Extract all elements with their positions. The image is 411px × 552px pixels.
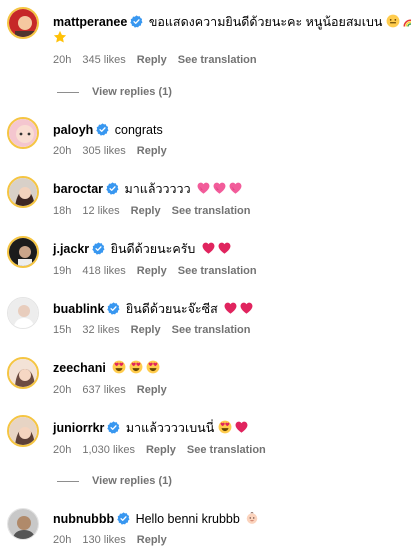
view-replies-button[interactable]: View replies (1) — [57, 475, 172, 487]
avatar[interactable] — [7, 7, 39, 39]
comment-time: 20h — [53, 145, 72, 157]
verified-icon — [130, 15, 143, 28]
comment-time: 18h — [53, 205, 72, 217]
comment-time: 19h — [53, 265, 72, 277]
reply-button[interactable]: Reply — [137, 534, 167, 546]
pink-heart-icon — [197, 182, 210, 194]
comment-time: 20h — [53, 54, 72, 66]
rainbow-emoji-icon — [403, 15, 411, 33]
avatar[interactable] — [7, 176, 39, 208]
comment-username[interactable]: buablink — [53, 302, 104, 316]
comment-text: congrats — [114, 123, 163, 137]
avatar[interactable] — [7, 236, 39, 268]
verified-icon — [92, 242, 105, 255]
comment-username[interactable]: j.jackr — [53, 242, 89, 256]
comment-username[interactable]: paloyh — [53, 123, 93, 137]
heart-eyes-emoji-icon — [112, 360, 126, 374]
avatar[interactable] — [7, 415, 39, 447]
see-translation-button[interactable]: See translation — [178, 54, 257, 66]
baby-emoji-icon — [245, 511, 259, 530]
verified-icon — [117, 512, 130, 525]
comment-likes[interactable]: 345 likes — [82, 54, 125, 66]
heart-eyes-emoji-icon — [146, 360, 160, 374]
see-translation-button[interactable]: See translation — [178, 265, 257, 277]
heart-eyes-emoji-icon — [129, 360, 143, 374]
red-heart-icon — [218, 242, 231, 254]
comment-text: Hello benni krubbb — [135, 512, 240, 526]
reply-button[interactable]: Reply — [137, 265, 167, 277]
comment-text: ยินดีด้วยนะจ๊ะซีส — [125, 302, 218, 316]
comment-text: มาแล้ววววว — [124, 182, 191, 196]
comment-time: 20h — [53, 444, 72, 456]
comment-likes[interactable]: 1,030 likes — [82, 444, 135, 456]
avatar[interactable] — [7, 117, 39, 149]
view-replies-label: View replies (1) — [92, 86, 172, 98]
reply-button[interactable]: Reply — [146, 444, 176, 456]
comment-likes[interactable]: 32 likes — [82, 324, 119, 336]
see-translation-button[interactable]: See translation — [187, 444, 266, 456]
comment-likes[interactable]: 12 likes — [82, 205, 119, 217]
red-heart-icon — [240, 302, 253, 314]
verified-icon — [106, 182, 119, 195]
comment-username[interactable]: nubnubbb — [53, 512, 114, 526]
comment-likes[interactable]: 637 likes — [82, 384, 125, 396]
face-emoji-icon — [386, 14, 400, 33]
divider — [57, 91, 79, 93]
see-translation-button[interactable]: See translation — [172, 324, 251, 336]
verified-icon — [107, 421, 120, 434]
comment-time: 20h — [53, 534, 72, 546]
reply-button[interactable]: Reply — [131, 205, 161, 217]
see-translation-button[interactable]: See translation — [172, 205, 251, 217]
red-heart-icon — [202, 242, 215, 254]
avatar[interactable] — [7, 357, 39, 389]
avatar[interactable] — [7, 508, 39, 540]
view-replies-button[interactable]: View replies (1) — [57, 86, 172, 98]
comment-username[interactable]: mattperanee — [53, 15, 127, 29]
comment-text: มาแล้ววววเบนนี่ — [125, 421, 215, 435]
pink-heart-icon — [213, 182, 226, 194]
verified-icon — [96, 123, 109, 136]
comment-likes[interactable]: 418 likes — [82, 265, 125, 277]
pink-heart-icon — [229, 182, 242, 194]
avatar[interactable] — [7, 297, 39, 329]
reply-button[interactable]: Reply — [137, 145, 167, 157]
comment-text: ขอแสดงความยินดีด้วยนะคะ หนูน้อยสมเบน — [148, 15, 383, 29]
red-heart-icon — [235, 421, 248, 433]
red-heart-icon — [224, 302, 237, 314]
view-replies-label: View replies (1) — [92, 475, 172, 487]
reply-button[interactable]: Reply — [137, 384, 167, 396]
comment-likes[interactable]: 130 likes — [82, 534, 125, 546]
heart-eyes-emoji-icon — [218, 420, 232, 434]
comment-time: 20h — [53, 384, 72, 396]
divider — [57, 480, 79, 482]
comment-time: 15h — [53, 324, 72, 336]
comment-username[interactable]: baroctar — [53, 182, 103, 196]
comment-username[interactable]: juniorrkr — [53, 421, 104, 435]
comment-username[interactable]: zeechani — [53, 361, 106, 375]
comment-likes[interactable]: 305 likes — [82, 145, 125, 157]
star-emoji-icon — [53, 30, 67, 49]
verified-icon — [107, 302, 120, 315]
comment-text: ยินดีด้วยนะครับ — [110, 242, 196, 256]
reply-button[interactable]: Reply — [137, 54, 167, 66]
reply-button[interactable]: Reply — [131, 324, 161, 336]
